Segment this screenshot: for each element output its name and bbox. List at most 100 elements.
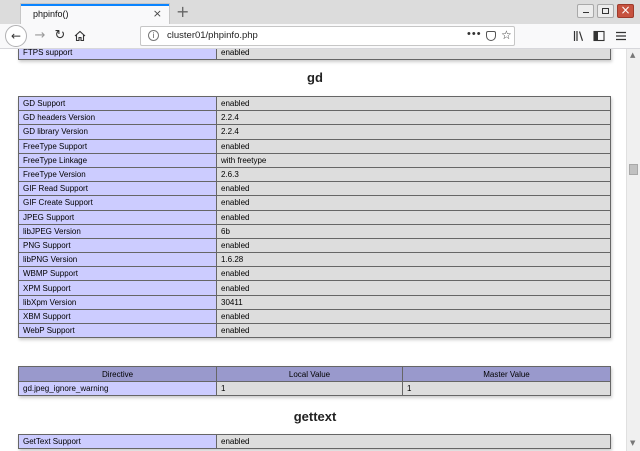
url-text[interactable]: cluster01/phpinfo.php — [167, 30, 258, 41]
table-row: WBMP Support enabled — [18, 266, 611, 282]
row-label: GD Support — [18, 95, 217, 112]
back-arrow-icon[interactable]: ← — [5, 25, 27, 47]
page-content: FTPS support enabled gd GD Support enable… — [0, 49, 626, 451]
table-row: libPNG Version 1.6.28 — [18, 252, 611, 268]
table-header-row: Directive Local Value Master Value — [18, 366, 611, 382]
row-value: enabled — [216, 49, 611, 61]
table-row: FTPS support enabled — [18, 49, 611, 61]
gd-table: GD Support enabled GD headers Version 2.2.… — [18, 95, 611, 339]
pocket-icon[interactable] — [486, 31, 496, 41]
row-label: FreeType Support — [18, 138, 217, 154]
row-value: enabled — [216, 266, 611, 282]
reload-icon[interactable]: ↻ — [52, 28, 68, 44]
row-label: GIF Create Support — [18, 195, 217, 211]
table-row: WebP Support enabled — [18, 322, 611, 339]
row-value: enabled — [216, 138, 611, 154]
row-label: XPM Support — [18, 280, 217, 296]
tab-active-indicator — [21, 4, 169, 6]
home-icon[interactable] — [72, 28, 88, 44]
maximize-icon[interactable] — [597, 4, 614, 18]
row-label: libPNG Version — [18, 252, 217, 268]
site-info-icon[interactable]: i — [148, 30, 159, 41]
row-label: libJPEG Version — [18, 223, 217, 239]
table-row: GD Support enabled — [18, 95, 611, 112]
section-heading-gd: gd — [307, 70, 323, 85]
window-controls — [577, 3, 634, 18]
column-header-directive: Directive — [18, 366, 217, 382]
directive-local-value: 1 — [216, 380, 403, 397]
table-row: libJPEG Version 6b — [18, 223, 611, 239]
row-label: WebP Support — [18, 322, 217, 339]
row-label: GD headers Version — [18, 110, 217, 126]
row-value: enabled — [216, 322, 611, 339]
title-bar: phpinfo() × + — [0, 0, 640, 25]
row-value: 2.6.3 — [216, 166, 611, 183]
row-label: JPEG Support — [18, 209, 217, 225]
row-label: XBM Support — [18, 308, 217, 325]
row-label: WBMP Support — [18, 266, 217, 282]
scroll-up-icon[interactable]: ▲ — [630, 51, 635, 59]
forward-arrow-icon[interactable]: → — [32, 28, 48, 44]
table-row: FreeType Support enabled — [18, 138, 611, 154]
table-row: GIF Read Support enabled — [18, 181, 611, 197]
row-value: enabled — [216, 237, 611, 254]
gettext-table: GetText Support enabled — [18, 433, 611, 450]
table-row: FreeType Linkage with freetype — [18, 152, 611, 168]
ftp-table: FTPS support enabled — [18, 49, 611, 61]
table-row: libXpm Version 30411 — [18, 294, 611, 310]
section-heading-gettext: gettext — [293, 409, 337, 424]
row-label: GD library Version — [18, 124, 217, 140]
row-label: FreeType Linkage — [18, 152, 217, 168]
row-value: 2.2.4 — [216, 124, 611, 140]
table-row: GD headers Version 2.2.4 — [18, 110, 611, 126]
row-value: 2.2.4 — [216, 110, 611, 126]
row-label: FTPS support — [18, 49, 217, 61]
row-value: enabled — [216, 181, 611, 197]
table-row: XBM Support enabled — [18, 308, 611, 325]
hamburger-menu-icon[interactable] — [613, 28, 629, 44]
row-value: enabled — [216, 433, 611, 450]
row-value: with freetype — [216, 152, 611, 168]
table-row: GIF Create Support enabled — [18, 195, 611, 211]
row-label: GetText Support — [18, 433, 217, 450]
bookmark-star-icon[interactable]: ☆ — [501, 28, 512, 42]
minimize-icon[interactable] — [577, 4, 594, 18]
tab-close-icon[interactable]: × — [153, 7, 162, 21]
scrollbar-thumb[interactable] — [629, 164, 638, 175]
row-value: 1.6.28 — [216, 252, 611, 268]
navigation-toolbar: ← → ↻ i cluster01/phpinfo.php ••• ☆ — [0, 24, 640, 49]
row-label: GIF Read Support — [18, 181, 217, 197]
row-value: 6b — [216, 223, 611, 239]
row-value: 30411 — [216, 294, 611, 310]
gd-directives-table: Directive Local Value Master Value gd.jp… — [18, 366, 611, 397]
page-actions-icon[interactable]: ••• — [467, 28, 482, 40]
directive-name: gd.jpeg_ignore_warning — [18, 380, 217, 397]
close-window-icon[interactable] — [617, 3, 634, 18]
table-row: PNG Support enabled — [18, 237, 611, 254]
row-value: enabled — [216, 280, 611, 296]
directive-master-value: 1 — [402, 380, 611, 397]
table-row: gd.jpeg_ignore_warning 1 1 — [18, 380, 611, 397]
table-row: FreeType Version 2.6.3 — [18, 166, 611, 183]
column-header-master-value: Master Value — [402, 366, 611, 382]
row-value: enabled — [216, 95, 611, 112]
table-row: XPM Support enabled — [18, 280, 611, 296]
row-value: enabled — [216, 195, 611, 211]
column-header-local-value: Local Value — [216, 366, 403, 382]
url-bar[interactable]: i cluster01/phpinfo.php ••• ☆ — [140, 26, 515, 46]
table-row: GD library Version 2.2.4 — [18, 124, 611, 140]
tab-phpinfo[interactable]: phpinfo() × — [20, 3, 170, 24]
row-label: FreeType Version — [18, 166, 217, 183]
sidebar-icon[interactable] — [591, 28, 607, 44]
vertical-scrollbar[interactable]: ▲ ▼ — [626, 49, 640, 451]
tab-title: phpinfo() — [33, 9, 69, 19]
row-label: libXpm Version — [18, 294, 217, 310]
row-label: PNG Support — [18, 237, 217, 254]
row-value: enabled — [216, 209, 611, 225]
scroll-down-icon[interactable]: ▼ — [630, 439, 635, 447]
new-tab-icon[interactable]: + — [176, 2, 189, 22]
table-row: JPEG Support enabled — [18, 209, 611, 225]
library-icon[interactable] — [571, 28, 587, 44]
row-value: enabled — [216, 308, 611, 325]
table-row: GetText Support enabled — [18, 433, 611, 450]
